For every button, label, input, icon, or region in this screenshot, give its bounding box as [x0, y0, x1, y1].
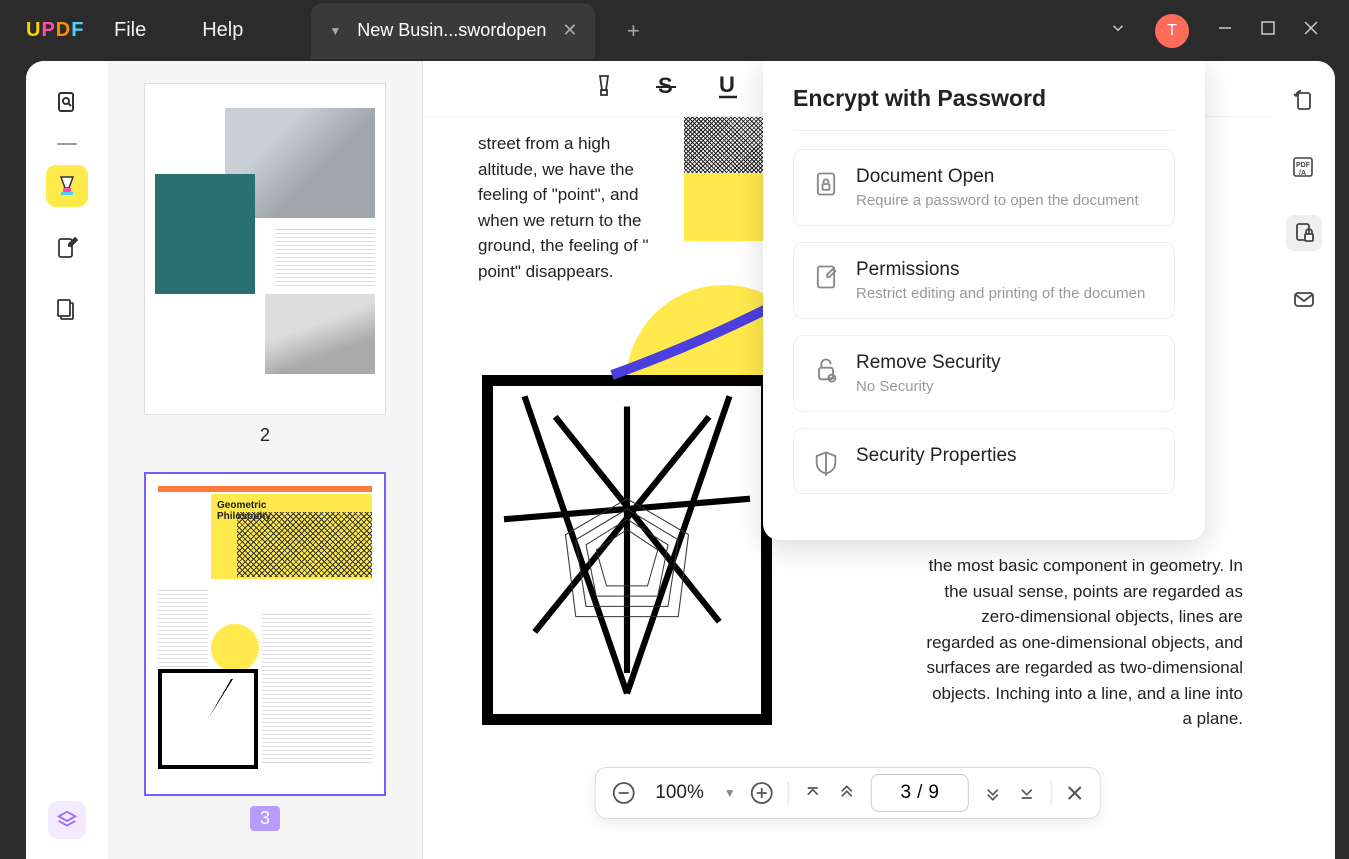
- prev-page-button[interactable]: [837, 783, 857, 803]
- strikethrough-icon[interactable]: S: [654, 74, 678, 103]
- unlock-icon: [812, 356, 840, 384]
- close-icon[interactable]: ✕: [562, 20, 577, 41]
- mail-icon[interactable]: [1286, 281, 1322, 317]
- zoom-value: 100%: [649, 782, 710, 804]
- page-text-block-2: the most basic component in geometry. In…: [923, 553, 1243, 732]
- svg-text:PDF: PDF: [1296, 162, 1311, 169]
- thumbnail-page-2[interactable]: [144, 83, 386, 415]
- underline-icon[interactable]: U: [716, 73, 740, 104]
- menu-file[interactable]: File: [86, 19, 174, 42]
- chevron-down-icon[interactable]: [1109, 19, 1127, 42]
- zoom-out-button[interactable]: [611, 781, 635, 805]
- page-geometric-image: [482, 375, 772, 725]
- svg-text:U: U: [719, 73, 735, 97]
- encrypt-panel: Encrypt with Password Document OpenRequi…: [763, 61, 1205, 540]
- minimize-icon[interactable]: [1217, 20, 1233, 41]
- tab-title: New Busin...swordopen: [357, 20, 546, 41]
- svg-text:/A: /A: [1299, 170, 1306, 177]
- app-logo: UPDF: [26, 19, 86, 42]
- maximize-icon[interactable]: [1261, 21, 1275, 40]
- shield-icon: [812, 449, 840, 477]
- page-text-block: street from a high altitude, we have the…: [478, 131, 658, 284]
- edit-tool[interactable]: [46, 227, 88, 269]
- thumbnail-label-selected: 3: [250, 806, 280, 831]
- page-input[interactable]: 3/9: [871, 774, 969, 812]
- rotate-icon[interactable]: [1286, 83, 1322, 119]
- highlighter-icon[interactable]: [592, 72, 616, 105]
- panel-title: Encrypt with Password: [793, 85, 1175, 131]
- option-security-properties[interactable]: Security Properties: [793, 428, 1175, 494]
- menu-help[interactable]: Help: [174, 19, 271, 42]
- pages-tool[interactable]: [46, 289, 88, 331]
- zoom-bar: 100% ▼ 3/9: [594, 767, 1101, 819]
- security-icon[interactable]: [1286, 215, 1322, 251]
- zoom-in-button[interactable]: [750, 781, 774, 805]
- thumbnail-label: 2: [144, 425, 386, 446]
- highlight-tool[interactable]: [46, 165, 88, 207]
- document-tab[interactable]: ▼ New Busin...swordopen ✕: [311, 3, 595, 59]
- next-page-button[interactable]: [983, 783, 1003, 803]
- option-permissions[interactable]: PermissionsRestrict editing and printing…: [793, 242, 1175, 319]
- last-page-button[interactable]: [1017, 783, 1037, 803]
- option-remove-security[interactable]: Remove SecurityNo Security: [793, 335, 1175, 412]
- pdfa-icon[interactable]: PDF/A: [1286, 149, 1322, 185]
- thumbnail-page-3[interactable]: GeometricPhilosophy: [144, 472, 386, 796]
- document-lock-icon: [812, 170, 840, 198]
- zoom-dropdown-icon[interactable]: ▼: [724, 786, 736, 800]
- separator: [57, 143, 77, 145]
- window-close-icon[interactable]: [1303, 20, 1319, 41]
- user-avatar[interactable]: T: [1155, 14, 1189, 48]
- layers-button[interactable]: [48, 801, 86, 839]
- first-page-button[interactable]: [803, 783, 823, 803]
- new-tab-button[interactable]: +: [613, 18, 653, 44]
- option-document-open[interactable]: Document OpenRequire a password to open …: [793, 149, 1175, 226]
- document-edit-icon: [812, 263, 840, 291]
- tab-dropdown-icon[interactable]: ▼: [329, 24, 341, 38]
- search-tool[interactable]: [46, 81, 88, 123]
- close-zoombar-icon[interactable]: [1066, 784, 1084, 802]
